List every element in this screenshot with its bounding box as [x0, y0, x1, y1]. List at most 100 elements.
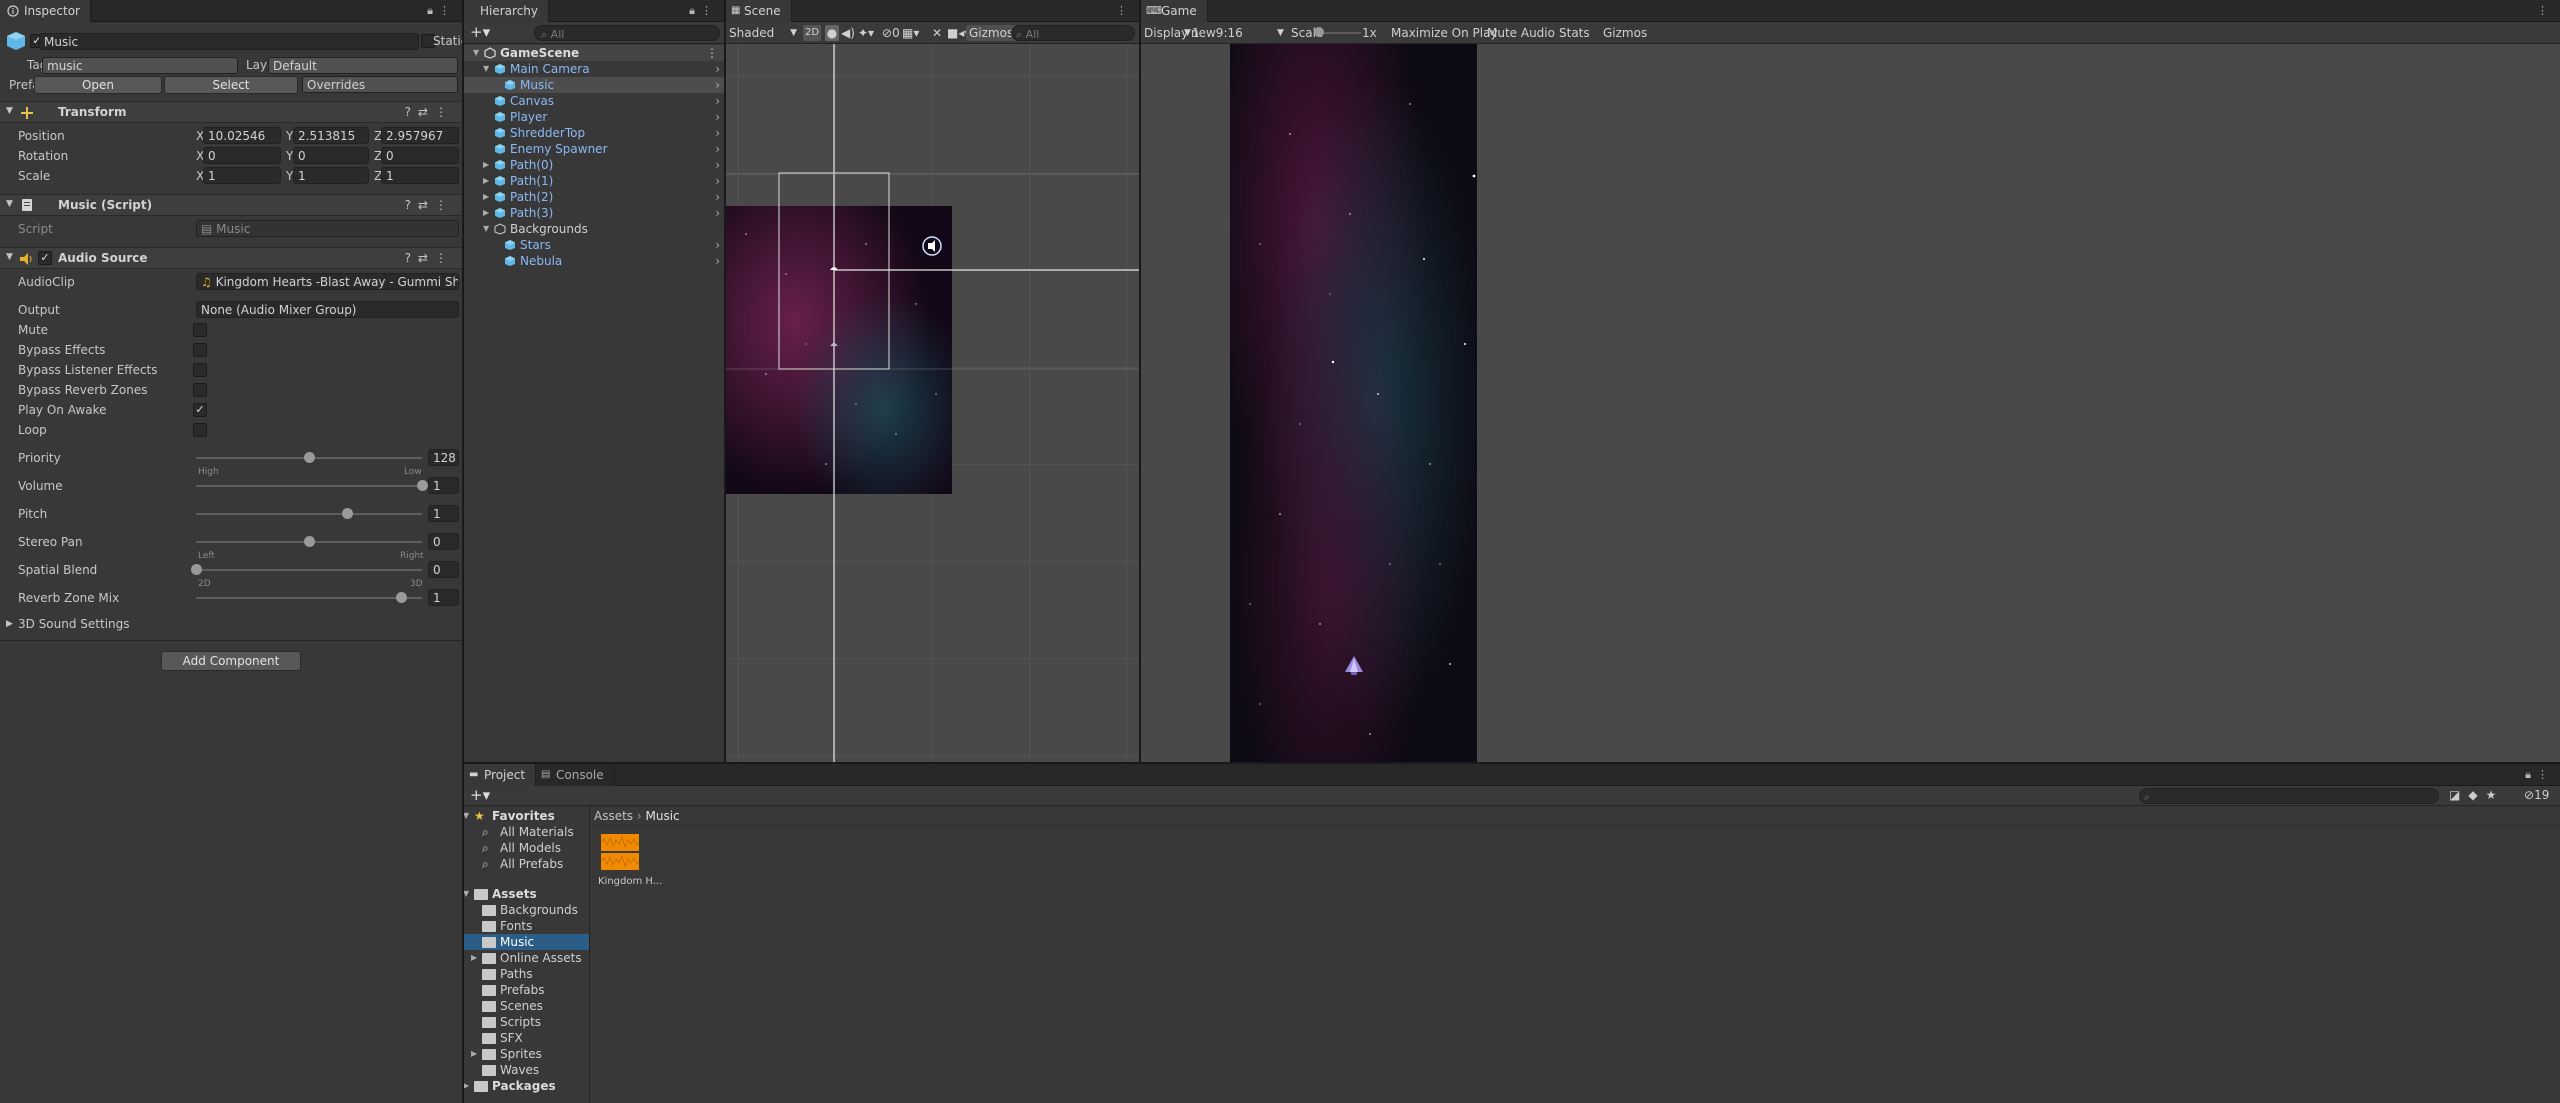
reverb-mix-slider-track[interactable] [196, 597, 422, 599]
hierarchy-item[interactable]: ▼ Backgrounds [464, 221, 724, 237]
position-y-field[interactable]: 2.513815 [293, 127, 369, 144]
aspect-dropdown[interactable]: new9:16 [1191, 25, 1287, 41]
audio-source-enabled-checkbox[interactable]: ✓ [38, 251, 52, 265]
mute-audio-button[interactable]: Mute Audio [1487, 25, 1555, 41]
spatial-blend-field[interactable]: 0 [428, 561, 459, 578]
menu-icon[interactable]: ⋮ [1116, 4, 1133, 17]
hierarchy-item[interactable]: Enemy Spawner › [464, 141, 724, 157]
foldout-collapsed-icon[interactable]: ▶ [471, 1046, 477, 1062]
sound-settings-row[interactable]: ▶ 3D Sound Settings [0, 614, 462, 634]
output-field[interactable]: None (Audio Mixer Group) [196, 301, 459, 318]
shading-dropdown[interactable]: Shaded ▼ [729, 25, 797, 41]
chevron-right-icon[interactable]: › [715, 189, 720, 205]
folder-item[interactable]: Scripts [464, 1014, 589, 1030]
foldout-collapsed-icon[interactable]: ▶ [464, 1078, 469, 1094]
hidden-packages-icon[interactable]: ⊘19 [2524, 788, 2549, 802]
position-z-field[interactable]: 2.957967 [381, 127, 459, 144]
lock-menu-icon[interactable]: 🔒︎⋮ [2525, 768, 2554, 782]
foldout-expanded-icon[interactable]: ▼ [464, 886, 469, 902]
pitch-field[interactable]: 1 [428, 505, 459, 522]
rotation-z-field[interactable]: 0 [381, 147, 459, 164]
tab-console[interactable]: ▤ Console [536, 764, 615, 786]
chevron-right-icon[interactable]: › [715, 109, 720, 125]
play-on-awake-checkbox[interactable]: ✓ [193, 403, 207, 417]
folder-item[interactable]: Waves [464, 1062, 589, 1078]
folder-item[interactable]: Prefabs [464, 982, 589, 998]
hierarchy-scene-row[interactable]: ▼ GameScene ⋮ [464, 45, 724, 61]
tab-inspector[interactable]: Inspector [0, 0, 91, 22]
hierarchy-item[interactable]: ShredderTop › [464, 125, 724, 141]
bypass-listener-checkbox[interactable] [193, 363, 207, 377]
scene-viewport[interactable] [726, 44, 1139, 762]
hierarchy-item[interactable]: Stars › [464, 237, 724, 253]
folder-item[interactable]: Paths [464, 966, 589, 982]
packages-root[interactable]: ▶ Packages [464, 1078, 589, 1094]
object-name-field[interactable]: Music [39, 33, 419, 50]
transform-header[interactable]: ▼ Transform ?⇄⋮ [0, 101, 462, 123]
hierarchy-search-input[interactable]: ⌕ All [534, 25, 720, 41]
foldout-expanded-icon[interactable]: ▼ [464, 808, 469, 824]
scale-slider-knob[interactable] [1314, 27, 1324, 37]
tab-project[interactable]: ▬ Project [464, 764, 537, 786]
add-icon[interactable]: +▾ [470, 786, 490, 804]
scale-y-field[interactable]: 1 [293, 167, 369, 184]
component-menu-icons[interactable]: ?⇄⋮ [405, 105, 454, 119]
favorites-root[interactable]: ▼ ★ Favorites [464, 808, 589, 824]
maximize-on-play-button[interactable]: Maximize On Play [1391, 25, 1498, 41]
folder-item[interactable]: Fonts [464, 918, 589, 934]
folder-item[interactable]: ▶ Sprites [464, 1046, 589, 1062]
chevron-right-icon[interactable]: › [715, 61, 720, 77]
lighting-icon[interactable]: ● [825, 25, 839, 41]
hierarchy-item[interactable]: Canvas › [464, 93, 724, 109]
stats-button[interactable]: Stats [1559, 25, 1590, 41]
chevron-right-icon[interactable]: › [715, 173, 720, 189]
volume-slider-track[interactable] [196, 485, 422, 487]
gizmos-button[interactable]: Gizmos [1603, 25, 1647, 41]
foldout-collapsed-icon[interactable]: ▶ [483, 189, 489, 205]
hidden-objects-icon[interactable]: ⊘0 [882, 25, 900, 41]
game-viewport[interactable] [1230, 44, 1477, 762]
filter-icons[interactable]: ◪◆★ [2449, 788, 2504, 802]
folder-item[interactable]: Music [464, 934, 589, 950]
stereo-pan-field[interactable]: 0 [428, 533, 459, 550]
foldout-expanded-icon[interactable]: ▼ [483, 221, 489, 237]
priority-field[interactable]: 128 [428, 449, 459, 466]
lock-menu-icon[interactable]: 🔒︎⋮ [689, 4, 718, 18]
prefab-overrides-dropdown[interactable]: Overrides [302, 76, 458, 93]
foldout-collapsed-icon[interactable]: ▶ [483, 157, 489, 173]
favorite-item[interactable]: ⌕ All Models [464, 840, 589, 856]
folder-item[interactable]: ▶ Online Assets [464, 950, 589, 966]
hierarchy-item[interactable]: Music › [464, 77, 724, 93]
position-x-field[interactable]: 10.02546 [203, 127, 281, 144]
tab-hierarchy[interactable]: Hierarchy [464, 0, 550, 22]
chevron-right-icon[interactable]: › [715, 125, 720, 141]
add-component-button[interactable]: Add Component [161, 651, 301, 671]
volume-field[interactable]: 1 [428, 477, 459, 494]
chevron-right-icon[interactable]: › [715, 93, 720, 109]
lock-menu-icon[interactable]: 🔒︎⋮ [427, 4, 456, 18]
tab-game[interactable]: ⌨ Game [1141, 0, 1208, 22]
reverb-mix-field[interactable]: 1 [428, 589, 459, 606]
hierarchy-item[interactable]: ▶ Path(2) › [464, 189, 724, 205]
chevron-right-icon[interactable]: › [715, 237, 720, 253]
favorite-item[interactable]: ⌕ All Prefabs [464, 856, 589, 872]
mute-checkbox[interactable] [193, 323, 207, 337]
favorite-item[interactable]: ⌕ All Materials [464, 824, 589, 840]
bypass-effects-checkbox[interactable] [193, 343, 207, 357]
foldout-collapsed-icon[interactable]: ▶ [483, 205, 489, 221]
audio-source-header[interactable]: ▼ ✓ Audio Source ?⇄⋮ [0, 247, 462, 269]
menu-icon[interactable]: ⋮ [706, 45, 718, 61]
folder-item[interactable]: Backgrounds [464, 902, 589, 918]
scale-z-field[interactable]: 1 [381, 167, 459, 184]
chevron-right-icon[interactable]: › [715, 253, 720, 269]
foldout-expanded-icon[interactable]: ▼ [483, 61, 489, 77]
audio-icon[interactable]: ◀) [841, 25, 855, 41]
mode-2d-button[interactable]: 2D [803, 25, 821, 41]
hierarchy-item[interactable]: Nebula › [464, 253, 724, 269]
hierarchy-item[interactable]: ▶ Path(0) › [464, 157, 724, 173]
scale-x-field[interactable]: 1 [203, 167, 281, 184]
foldout-collapsed-icon[interactable]: ▶ [471, 950, 477, 966]
hierarchy-item[interactable]: ▼ Main Camera › [464, 61, 724, 77]
breadcrumb-music[interactable]: Music [646, 809, 680, 823]
pitch-slider-knob[interactable] [341, 508, 353, 519]
